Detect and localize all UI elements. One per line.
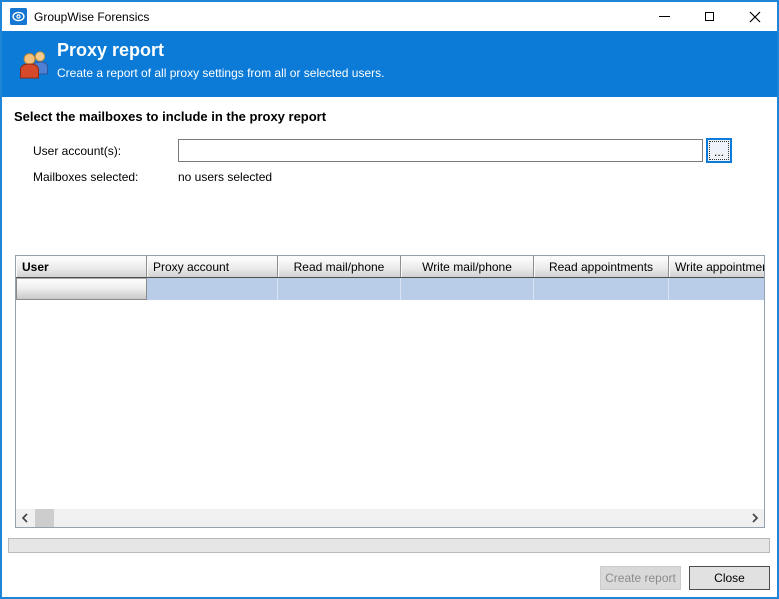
scrollbar-thumb[interactable]	[35, 509, 54, 527]
row-header-cell[interactable]	[16, 278, 147, 300]
column-header-write-mail-phone[interactable]: Write mail/phone	[401, 256, 534, 277]
scrollbar-track[interactable]	[34, 509, 746, 527]
close-button[interactable]	[732, 2, 777, 31]
column-header-write-appointments[interactable]: Write appointments	[669, 256, 764, 277]
create-report-button[interactable]: Create report	[600, 566, 681, 590]
cell-write-appointments[interactable]	[669, 278, 764, 300]
proxy-results-table: User Proxy account Read mail/phone Write…	[15, 255, 765, 528]
table-row[interactable]	[16, 278, 764, 300]
window-controls	[642, 2, 777, 31]
close-dialog-button[interactable]: Close	[689, 566, 770, 590]
cell-read-mail-phone[interactable]	[278, 278, 401, 300]
dialog-title: Proxy report	[57, 40, 164, 61]
dialog-header: Proxy report Create a report of all prox…	[2, 31, 777, 97]
progress-bar	[8, 538, 770, 553]
cell-proxy-account[interactable]	[147, 278, 278, 300]
user-accounts-label: User account(s):	[33, 144, 121, 158]
maximize-icon	[705, 12, 714, 21]
minimize-icon	[659, 16, 670, 17]
column-header-read-appointments[interactable]: Read appointments	[534, 256, 669, 277]
close-icon	[749, 11, 761, 23]
column-header-proxy-account[interactable]: Proxy account	[147, 256, 278, 277]
table-header-row: User Proxy account Read mail/phone Write…	[16, 256, 764, 278]
section-title: Select the mailboxes to include in the p…	[14, 109, 326, 124]
scroll-right-button[interactable]	[746, 509, 764, 527]
titlebar: GroupWise Forensics	[2, 2, 777, 31]
minimize-button[interactable]	[642, 2, 687, 31]
column-header-read-mail-phone[interactable]: Read mail/phone	[278, 256, 401, 277]
cell-read-appointments[interactable]	[534, 278, 669, 300]
browse-users-button[interactable]: ...	[706, 138, 732, 163]
column-header-user[interactable]: User	[16, 256, 147, 277]
groupwise-forensics-window: GroupWise Forensics Proxy report C	[0, 0, 779, 599]
groupwise-eye-icon	[10, 8, 27, 25]
users-icon	[18, 47, 52, 81]
dialog-subtitle: Create a report of all proxy settings fr…	[57, 66, 384, 80]
table-empty-area	[16, 300, 764, 509]
window-title: GroupWise Forensics	[34, 10, 149, 24]
horizontal-scrollbar[interactable]	[16, 509, 764, 527]
cell-write-mail-phone[interactable]	[401, 278, 534, 300]
scroll-left-button[interactable]	[16, 509, 34, 527]
scroll-left-icon	[21, 513, 29, 523]
maximize-button[interactable]	[687, 2, 732, 31]
browse-users-button-label: ...	[708, 140, 730, 161]
mailboxes-selected-label: Mailboxes selected:	[33, 170, 138, 184]
scroll-right-icon	[751, 513, 759, 523]
mailboxes-selected-value: no users selected	[178, 170, 272, 184]
user-accounts-input[interactable]	[178, 139, 703, 162]
